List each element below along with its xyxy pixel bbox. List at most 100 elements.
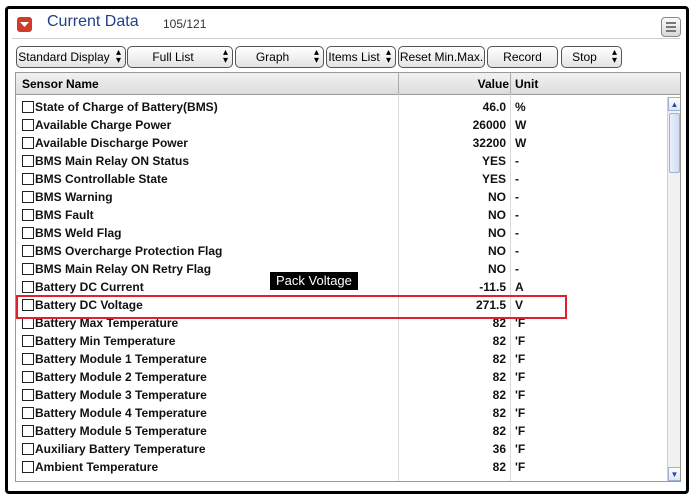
standard-display-select[interactable]: Standard Display ▴ ▾ bbox=[16, 46, 126, 68]
sensor-value: 82 bbox=[492, 406, 506, 420]
table-row[interactable]: Battery Module 1 Temperature 82 'F bbox=[16, 350, 666, 368]
sensor-name: Battery Module 5 Temperature bbox=[35, 424, 207, 438]
sensor-unit: 'F bbox=[515, 406, 526, 420]
row-checkbox[interactable] bbox=[22, 461, 34, 473]
button-label: Record bbox=[503, 50, 542, 64]
sensor-unit: % bbox=[515, 100, 526, 114]
sensor-value: NO bbox=[488, 262, 506, 276]
button-label: Items List bbox=[328, 50, 380, 64]
row-checkbox[interactable] bbox=[22, 155, 34, 167]
sensor-value: 82 bbox=[492, 424, 506, 438]
sensor-name: Battery Module 1 Temperature bbox=[35, 352, 207, 366]
button-label: Reset Min.Max. bbox=[399, 50, 484, 64]
column-divider bbox=[510, 73, 511, 94]
sensor-unit: - bbox=[515, 190, 519, 204]
table-row[interactable]: BMS Overcharge Protection Flag NO - bbox=[16, 242, 666, 260]
record-button[interactable]: Record bbox=[487, 46, 558, 68]
sensor-unit: W bbox=[515, 136, 527, 150]
list-mode-select[interactable]: Full List ▴ ▾ bbox=[127, 46, 233, 68]
column-header-sensor-name[interactable]: Sensor Name bbox=[22, 77, 99, 91]
row-checkbox[interactable] bbox=[22, 101, 34, 113]
sensor-value: NO bbox=[488, 244, 506, 258]
sensor-value: 82 bbox=[492, 388, 506, 402]
row-checkbox[interactable] bbox=[22, 119, 34, 131]
table-row[interactable]: BMS Fault NO - bbox=[16, 206, 666, 224]
updown-arrows-icon: ▴ ▾ bbox=[385, 47, 391, 66]
sensor-unit: 'F bbox=[515, 424, 526, 438]
sensor-unit: - bbox=[515, 262, 519, 276]
table-row[interactable]: State of Charge of Battery(BMS) 46.0% bbox=[16, 98, 666, 116]
row-checkbox[interactable] bbox=[22, 425, 34, 437]
page-title: Current Data bbox=[47, 13, 139, 30]
table-row[interactable]: BMS Main Relay ON Status YES - bbox=[16, 152, 666, 170]
sensor-unit: W bbox=[515, 118, 527, 132]
sensor-unit: - bbox=[515, 208, 519, 222]
row-checkbox[interactable] bbox=[22, 209, 34, 221]
updown-arrows-icon: ▴ ▾ bbox=[115, 47, 121, 66]
table-row[interactable]: Available Discharge Power 32200 W bbox=[16, 134, 666, 152]
pack-voltage-highlight bbox=[16, 295, 567, 319]
reset-min-max-button[interactable]: Reset Min.Max. bbox=[398, 46, 485, 68]
row-checkbox[interactable] bbox=[22, 137, 34, 149]
table-row[interactable]: BMS Weld Flag NO - bbox=[16, 224, 666, 242]
sensor-value: 82 bbox=[492, 334, 506, 348]
table-row[interactable]: Battery Module 4 Temperature 82 'F bbox=[16, 404, 666, 422]
table-row[interactable]: BMS Warning NO - bbox=[16, 188, 666, 206]
table-row[interactable]: Battery Module 5 Temperature 82 'F bbox=[16, 422, 666, 440]
scroll-thumb[interactable] bbox=[669, 113, 680, 173]
row-checkbox[interactable] bbox=[22, 227, 34, 239]
sensor-name: BMS Main Relay ON Status bbox=[35, 154, 190, 168]
sensor-value: 46.0 bbox=[482, 100, 506, 114]
sensor-value: NO bbox=[488, 226, 506, 240]
updown-arrows-icon: ▴ ▾ bbox=[222, 47, 228, 66]
column-header-unit[interactable]: Unit bbox=[515, 77, 538, 91]
sensor-value: NO bbox=[488, 190, 506, 204]
table-header: Sensor Name Value Unit bbox=[16, 73, 680, 95]
table-row[interactable]: Auxiliary Battery Temperature 36 'F bbox=[16, 440, 666, 458]
table-row[interactable]: Battery Module 3 Temperature 82 'F bbox=[16, 386, 666, 404]
graph-select[interactable]: Graph ▴ ▾ bbox=[235, 46, 324, 68]
button-label: Standard Display bbox=[18, 50, 110, 64]
sensor-name: Battery Module 3 Temperature bbox=[35, 388, 207, 402]
row-checkbox[interactable] bbox=[22, 443, 34, 455]
vertical-scrollbar[interactable]: ▲ ▼ bbox=[667, 97, 680, 481]
sensor-unit: - bbox=[515, 154, 519, 168]
row-checkbox[interactable] bbox=[22, 389, 34, 401]
table-row[interactable]: BMS Controllable State YES - bbox=[16, 170, 666, 188]
row-checkbox[interactable] bbox=[22, 407, 34, 419]
row-checkbox[interactable] bbox=[22, 245, 34, 257]
scroll-up-icon[interactable]: ▲ bbox=[668, 97, 680, 111]
sensor-name: Battery Min Temperature bbox=[35, 334, 176, 348]
menu-icon[interactable] bbox=[661, 17, 681, 37]
sensor-name: BMS Overcharge Protection Flag bbox=[35, 244, 223, 258]
sensor-unit: 'F bbox=[515, 442, 526, 456]
updown-arrows-icon: ▴ ▾ bbox=[611, 47, 617, 66]
row-checkbox[interactable] bbox=[22, 281, 34, 293]
collapse-icon[interactable] bbox=[17, 17, 32, 32]
sensor-unit: 'F bbox=[515, 388, 526, 402]
sensor-name: BMS Weld Flag bbox=[35, 226, 122, 240]
row-checkbox[interactable] bbox=[22, 353, 34, 365]
row-checkbox[interactable] bbox=[22, 173, 34, 185]
title-separator bbox=[12, 38, 680, 39]
sensor-value: 32200 bbox=[472, 136, 506, 150]
table-row[interactable]: Battery Module 2 Temperature 82 'F bbox=[16, 368, 666, 386]
table-row[interactable]: Available Charge Power 26000 W bbox=[16, 116, 666, 134]
sensor-value: 82 bbox=[492, 352, 506, 366]
row-checkbox[interactable] bbox=[22, 335, 34, 347]
sensor-name: Auxiliary Battery Temperature bbox=[35, 442, 206, 456]
column-header-value[interactable]: Value bbox=[399, 77, 509, 91]
sensor-value: 26000 bbox=[472, 118, 506, 132]
row-checkbox[interactable] bbox=[22, 191, 34, 203]
row-checkbox[interactable] bbox=[22, 263, 34, 275]
sensor-unit: - bbox=[515, 226, 519, 240]
table-row[interactable]: Battery Min Temperature 82 'F bbox=[16, 332, 666, 350]
items-list-select[interactable]: Items List ▴ ▾ bbox=[326, 46, 396, 68]
sensor-name: Battery Module 4 Temperature bbox=[35, 406, 207, 420]
scroll-down-icon[interactable]: ▼ bbox=[668, 467, 680, 481]
table-row[interactable]: Ambient Temperature 82 'F bbox=[16, 458, 666, 476]
pack-voltage-callout: Pack Voltage bbox=[270, 272, 358, 290]
stop-select[interactable]: Stop ▴ ▾ bbox=[561, 46, 622, 68]
sensor-name: State of Charge of Battery(BMS) bbox=[35, 100, 218, 114]
row-checkbox[interactable] bbox=[22, 371, 34, 383]
